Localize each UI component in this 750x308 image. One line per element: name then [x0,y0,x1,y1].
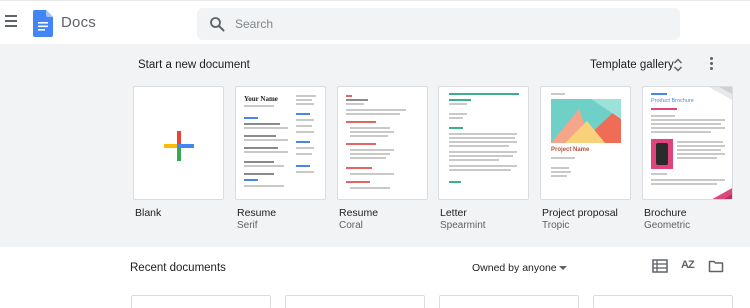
template-thumbnail[interactable] [337,86,428,200]
template-name: Letter [440,207,467,219]
app-header: Docs [0,0,750,44]
folder-icon[interactable] [708,258,724,274]
list-view-icon[interactable] [652,258,668,274]
plus-icon [164,131,194,161]
template-style: Spearmint [440,220,486,231]
template-thumbnail[interactable]: Your Name [235,86,326,200]
template-gallery-section: Start a new document Template gallery Bl… [0,44,750,247]
search-input[interactable] [235,15,655,33]
template-name: Resume [339,207,379,219]
search-bar[interactable] [197,8,680,40]
more-options-icon[interactable] [704,57,718,73]
template-style: Tropic [542,220,570,231]
recent-document-card[interactable] [285,295,425,308]
recent-document-card[interactable] [439,295,579,308]
brochure-heading: Product Brochure [651,98,694,104]
template-name: Brochure [644,207,687,219]
recent-document-card[interactable] [131,295,271,308]
dropdown-caret-icon [559,266,567,270]
template-thumbnail[interactable] [438,86,529,200]
template-name: Blank [135,207,162,219]
sort-az-label: AZ [681,259,695,271]
template-gallery-button[interactable]: Template gallery [584,54,694,76]
section-title: Start a new document [138,59,250,71]
resume-heading: Your Name [244,95,278,103]
template-thumbnail[interactable] [133,86,224,200]
owner-filter-dropdown[interactable]: Owned by anyone [466,258,576,278]
template-thumbnail[interactable]: Project Name [540,86,631,200]
sort-options-icon[interactable]: AZ [681,258,697,274]
geometric-bottom-graphic [712,188,732,199]
template-style: Serif [237,220,258,231]
template-name: Resume [237,207,277,219]
template-style: Coral [339,220,363,231]
proposal-heading: Project Name [551,147,590,153]
main-menu-icon[interactable] [5,15,19,29]
template-name: Project proposal [542,207,618,219]
template-style: Geometric [644,220,691,231]
recent-documents-title: Recent documents [130,262,226,274]
owner-filter-label: Owned by anyone [472,262,557,274]
recent-document-card[interactable] [593,295,733,308]
template-thumbnail[interactable]: Product Brochure [642,86,733,200]
geometric-corner-graphic [709,87,732,100]
app-title[interactable]: Docs [61,14,96,31]
tropic-graphic [551,99,621,143]
search-icon[interactable] [209,16,225,32]
template-gallery-label: Template gallery [590,59,674,71]
docs-logo-icon[interactable] [33,10,53,37]
unfold-more-icon [673,58,683,72]
